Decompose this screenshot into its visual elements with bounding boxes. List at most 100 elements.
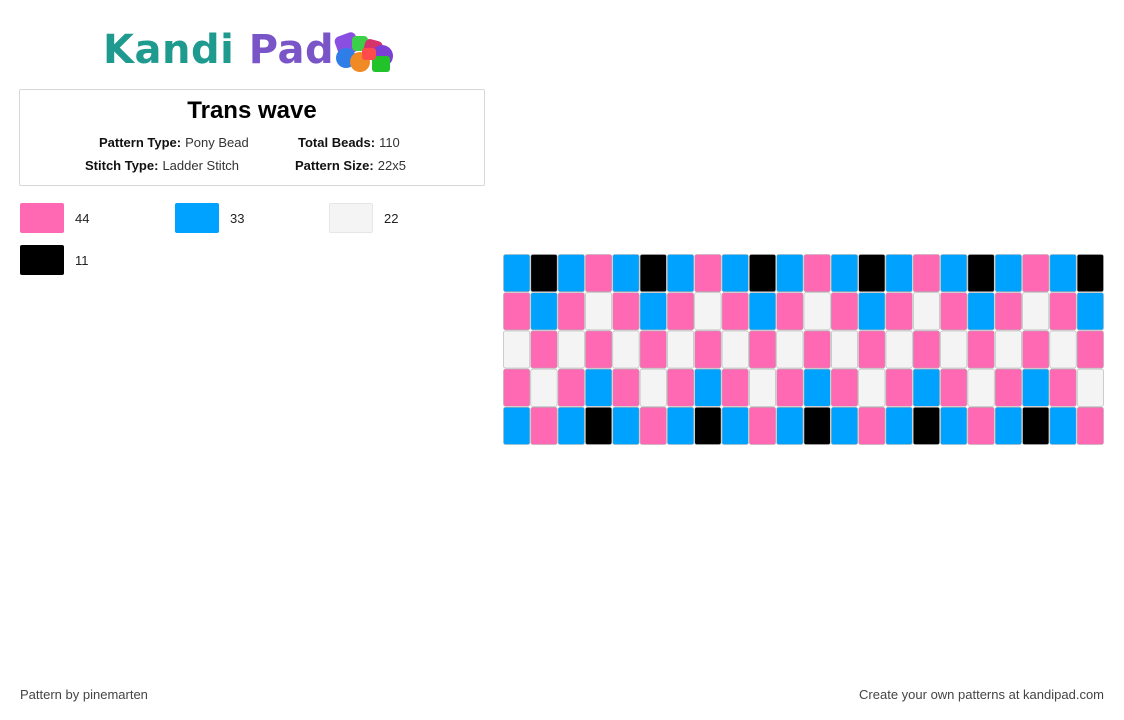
color-swatch-pink bbox=[20, 203, 64, 233]
bead-cell bbox=[557, 330, 585, 369]
bead-cell bbox=[721, 368, 749, 407]
bead-cell bbox=[912, 292, 940, 331]
bead-cell bbox=[885, 368, 913, 407]
bead-cell bbox=[721, 292, 749, 331]
bead-cell bbox=[1049, 407, 1077, 445]
pattern-author: Pattern by pinemarten bbox=[20, 687, 148, 702]
bead-count: 22 bbox=[384, 211, 399, 226]
bead-cell bbox=[694, 330, 722, 369]
bead-cell bbox=[776, 254, 804, 293]
bead-cell bbox=[530, 292, 558, 331]
bead-cell bbox=[639, 330, 667, 369]
bead-cell bbox=[967, 368, 995, 407]
logo-text: Kandi Pad bbox=[103, 26, 334, 74]
bead-cell bbox=[994, 292, 1022, 331]
bead-cell bbox=[530, 254, 558, 293]
bead-cell bbox=[940, 254, 968, 293]
total-beads: Total Beads: 110 bbox=[298, 135, 400, 150]
bead-cell bbox=[612, 330, 640, 369]
bead-cell bbox=[1049, 292, 1077, 331]
bead-count: 11 bbox=[75, 253, 89, 268]
bead-cell bbox=[803, 330, 831, 369]
bead-cell bbox=[612, 254, 640, 293]
bead-cell bbox=[749, 292, 776, 331]
bead-cell bbox=[1076, 330, 1104, 369]
bead-cell bbox=[885, 330, 913, 369]
bead-cell bbox=[749, 368, 776, 407]
bead-cell bbox=[831, 330, 858, 369]
pattern-size-value: 22x5 bbox=[377, 158, 406, 173]
bead-cell bbox=[776, 330, 804, 369]
bead-cell bbox=[885, 292, 913, 331]
bead-cell bbox=[667, 330, 695, 369]
bead-cell bbox=[1022, 330, 1050, 369]
bead-cell bbox=[585, 368, 613, 407]
bead-cell bbox=[721, 330, 749, 369]
bead-cell bbox=[1076, 407, 1104, 445]
logo-text-kandi: Kandi bbox=[103, 27, 235, 73]
pattern-type: Pattern Type: Pony Bead bbox=[99, 135, 249, 150]
bead-cell bbox=[530, 330, 558, 369]
bead-count: 44 bbox=[75, 211, 90, 226]
bead-cell bbox=[694, 407, 722, 445]
bead-cell bbox=[749, 254, 776, 293]
bead-cell bbox=[967, 407, 995, 445]
stitch-type-value: Ladder Stitch bbox=[162, 158, 240, 173]
bead-cell bbox=[1076, 368, 1104, 407]
bead-cell bbox=[639, 254, 667, 293]
bead-cell bbox=[639, 407, 667, 445]
bead-cell bbox=[557, 292, 585, 331]
bead-cell bbox=[557, 254, 585, 293]
bead-cell bbox=[639, 292, 667, 331]
bead-cell bbox=[585, 292, 613, 331]
pattern-type-value: Pony Bead bbox=[185, 135, 249, 150]
color-swatch-blue bbox=[175, 203, 219, 233]
bead-cell bbox=[612, 407, 640, 445]
bead-cell bbox=[1022, 368, 1050, 407]
bead-cell bbox=[940, 330, 968, 369]
bead-cell bbox=[503, 254, 531, 293]
bead-cell bbox=[530, 368, 558, 407]
bead-cell bbox=[912, 330, 940, 369]
bead-cell bbox=[912, 254, 940, 293]
bead-cell bbox=[667, 407, 695, 445]
stitch-type: Stitch Type: Ladder Stitch bbox=[85, 158, 239, 173]
kandipad-logo[interactable]: Kandi Pad bbox=[100, 26, 410, 76]
bead-cell bbox=[940, 368, 968, 407]
bead-cell bbox=[1022, 407, 1050, 445]
bead-cell bbox=[803, 292, 831, 331]
bead-cell bbox=[612, 292, 640, 331]
bead-cell bbox=[503, 368, 531, 407]
bead-cell bbox=[503, 330, 531, 369]
bead-cell bbox=[1076, 254, 1104, 293]
bead-cell bbox=[967, 254, 995, 293]
bead-cell bbox=[694, 292, 722, 331]
bead-cell bbox=[994, 368, 1022, 407]
kandipad-promo-link[interactable]: Create your own patterns at kandipad.com bbox=[859, 687, 1104, 702]
bead-cell bbox=[557, 368, 585, 407]
bead-cell bbox=[803, 407, 831, 445]
bead-cell bbox=[1022, 292, 1050, 331]
bead-cell bbox=[803, 368, 831, 407]
bead-cell bbox=[994, 330, 1022, 369]
bead-cell bbox=[858, 368, 886, 407]
pattern-info-card: Trans wave Pattern Type: Pony Bead Total … bbox=[19, 89, 485, 186]
bead-cell bbox=[831, 254, 858, 293]
bead-cell bbox=[1049, 254, 1077, 293]
bead-cell bbox=[776, 368, 804, 407]
bead-cell bbox=[1049, 368, 1077, 407]
bead-cell bbox=[749, 330, 776, 369]
color-swatch-black bbox=[20, 245, 64, 275]
bead-cell bbox=[503, 407, 531, 445]
pattern-type-label: Pattern Type: bbox=[99, 135, 182, 150]
bead-cell bbox=[940, 407, 968, 445]
bead-cell bbox=[1049, 330, 1077, 369]
bead-cell bbox=[639, 368, 667, 407]
color-swatch-white bbox=[329, 203, 373, 233]
bead-cell bbox=[885, 254, 913, 293]
bead-cell bbox=[831, 407, 858, 445]
bead-cell bbox=[858, 254, 886, 293]
bead-cell bbox=[694, 254, 722, 293]
bead-cell bbox=[912, 407, 940, 445]
pattern-size: Pattern Size: 22x5 bbox=[295, 158, 406, 173]
